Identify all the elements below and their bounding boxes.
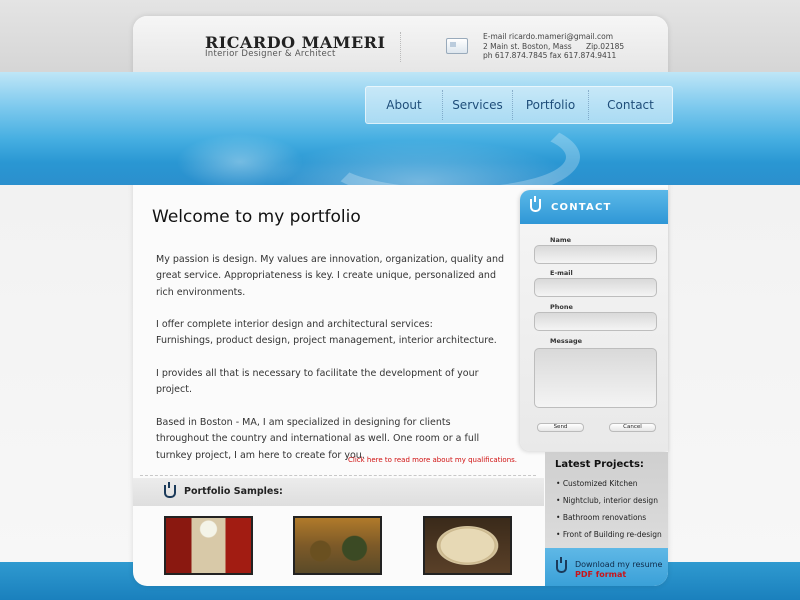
logo-subtitle: Interior Designer & Architect (205, 49, 336, 59)
portfolio-thumbnail-2[interactable] (293, 516, 382, 575)
name-label: Name (550, 236, 572, 244)
resume-format[interactable]: PDF format (575, 570, 626, 579)
header-address: 2 Main st. Boston, Mass Zip.02185 (483, 41, 625, 51)
nav-portfolio[interactable]: Portfolio (512, 90, 588, 120)
power-icon (530, 196, 541, 212)
intro-paragraph-1: My passion is design. My values are inno… (156, 254, 505, 298)
latest-projects-title: Latest Projects: (555, 459, 644, 470)
read-more-link[interactable]: Click here to read more about my qualifi… (348, 456, 517, 464)
portfolio-thumbnail-1[interactable] (164, 516, 253, 575)
phone-field[interactable] (534, 312, 657, 331)
header-email: E-mail ricardo.mameri@gmail.com (483, 32, 614, 41)
list-item[interactable]: Customized Kitchen (556, 479, 662, 496)
contact-title: CONTACT (551, 202, 612, 213)
message-field[interactable] (534, 348, 657, 408)
header-divider (400, 32, 401, 62)
portfolio-samples-title: Portfolio Samples: (184, 486, 283, 497)
list-item[interactable]: Bathroom renovations (556, 513, 662, 530)
nav-about[interactable]: About (366, 90, 442, 120)
list-item[interactable]: Front of Building re-design (556, 530, 662, 547)
intro-paragraph-3: I provides all that is necessary to faci… (156, 368, 479, 396)
phone-label: Phone (550, 303, 573, 311)
intro-paragraph-2: I offer complete interior design and arc… (156, 319, 497, 347)
nav-services[interactable]: Services (442, 90, 512, 120)
section-divider (140, 475, 536, 476)
nav-contact[interactable]: Contact (588, 90, 672, 120)
business-card-icon (446, 38, 468, 54)
cancel-button[interactable]: Cancel (609, 423, 656, 432)
header-phone: ph 617.874.7845 fax 617.874.9411 (483, 51, 617, 60)
portfolio-thumbnail-3[interactable] (423, 516, 512, 575)
send-button[interactable]: Send (537, 423, 584, 432)
page-title: Welcome to my portfolio (152, 207, 361, 227)
power-icon (556, 557, 567, 573)
email-field[interactable] (534, 278, 657, 297)
message-label: Message (550, 337, 583, 345)
intro-text: My passion is design. My values are inno… (156, 252, 506, 480)
main-nav: About Services Portfolio Contact (365, 86, 673, 124)
contact-panel: CONTACT Name E-mail Phone Message Send C… (520, 190, 668, 451)
latest-projects-list: Customized Kitchen Nightclub, interior d… (556, 479, 662, 547)
name-field[interactable] (534, 245, 657, 264)
email-label: E-mail (550, 269, 573, 277)
header-contact-info: E-mail ricardo.mameri@gmail.com 2 Main s… (483, 32, 624, 61)
resume-label[interactable]: Download my resume (575, 560, 662, 569)
power-icon (164, 482, 176, 498)
list-item[interactable]: Nightclub, interior design (556, 496, 662, 513)
